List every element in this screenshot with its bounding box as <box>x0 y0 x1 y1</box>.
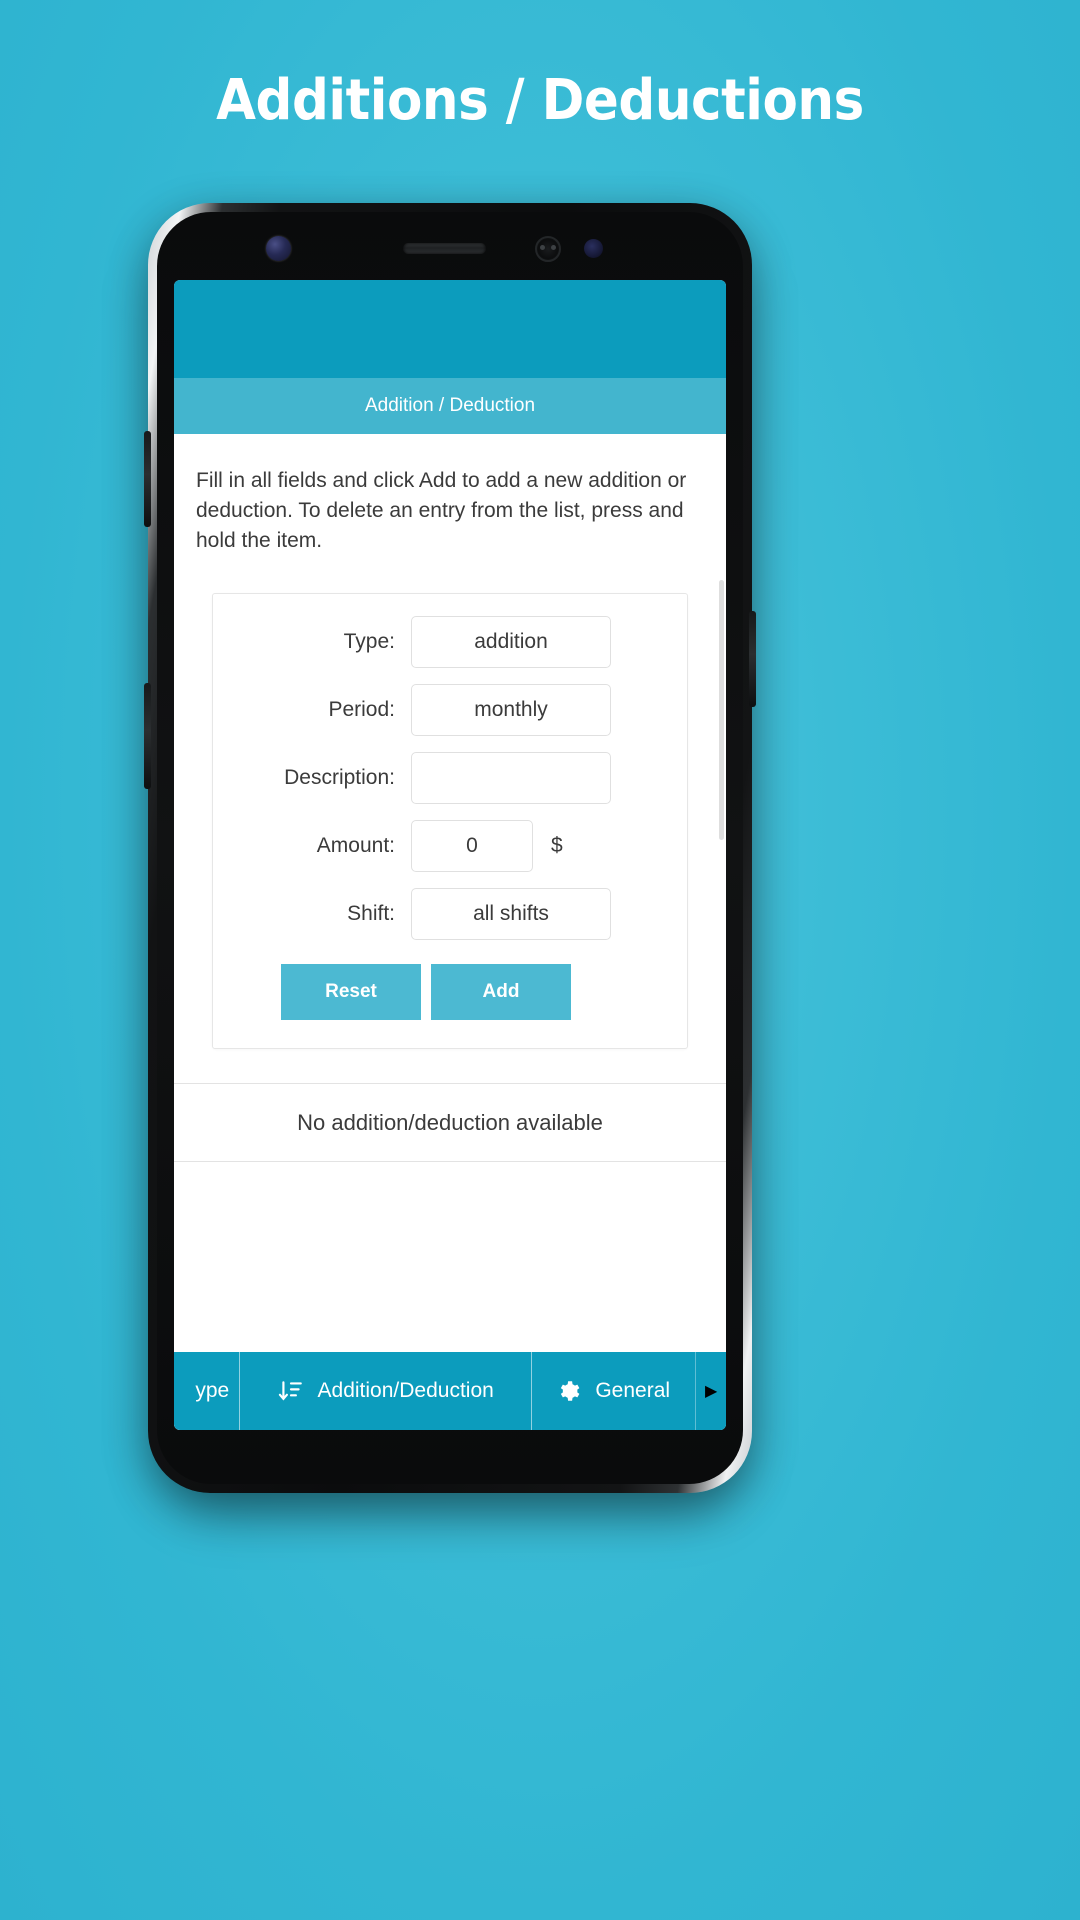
scrollbar-thumb[interactable] <box>719 580 724 840</box>
earpiece-speaker-icon <box>403 243 486 254</box>
bottom-tab-bar: ype Addition/Deduction General ▶ <box>174 1352 726 1430</box>
description-input[interactable] <box>411 752 611 805</box>
phone-top-bezel <box>148 203 752 280</box>
volume-up-button[interactable] <box>144 431 151 527</box>
page-title: Additions / Deductions <box>216 68 864 133</box>
phone-body: Addition / Deduction Fill in all fields … <box>144 203 756 1493</box>
bixby-button[interactable] <box>144 683 151 789</box>
proximity-sensor-icon <box>584 239 603 258</box>
amount-input[interactable]: 0 <box>411 820 533 873</box>
shift-label: Shift: <box>347 902 395 926</box>
type-label: Type: <box>343 630 395 654</box>
app-status-bar <box>174 280 726 378</box>
gear-icon <box>557 1379 581 1403</box>
front-camera-icon <box>266 236 291 261</box>
sort-descending-icon <box>278 1378 304 1404</box>
tab-general-label: General <box>595 1379 671 1402</box>
form-actions: Reset Add <box>235 964 665 1021</box>
tab-general[interactable]: General <box>531 1352 695 1430</box>
form-row-shift: Shift: all shifts <box>235 888 665 941</box>
list-area <box>174 1162 726 1352</box>
tab-scroll-right-icon[interactable]: ▶ <box>695 1352 726 1430</box>
tab-addition-deduction[interactable]: Addition/Deduction <box>239 1352 531 1430</box>
app-subheader: Addition / Deduction <box>174 378 726 434</box>
form-row-type: Type: addition <box>235 616 665 669</box>
type-input[interactable]: addition <box>411 616 611 669</box>
description-label: Description: <box>284 766 395 790</box>
amount-label: Amount: <box>316 834 395 858</box>
tab-type-label: ype <box>195 1379 230 1402</box>
form-row-amount: Amount: 0 $ <box>235 820 665 873</box>
tab-type-partial[interactable]: ype <box>174 1352 239 1430</box>
instructions-text: Fill in all fields and click Add to add … <box>196 469 687 552</box>
shift-input[interactable]: all shifts <box>411 888 611 941</box>
period-input[interactable]: monthly <box>411 684 611 737</box>
app-content: Fill in all fields and click Add to add … <box>174 434 726 1430</box>
phone-screen: Addition / Deduction Fill in all fields … <box>174 280 726 1430</box>
iris-sensor-icon <box>535 236 561 262</box>
addition-deduction-form: Type: addition Period: monthly Descripti… <box>212 593 688 1050</box>
form-row-description: Description: <box>235 752 665 805</box>
reset-button[interactable]: Reset <box>281 964 421 1021</box>
power-button[interactable] <box>749 611 756 707</box>
add-button[interactable]: Add <box>431 964 571 1021</box>
phone-mockup: Addition / Deduction Fill in all fields … <box>144 203 756 1513</box>
form-row-period: Period: monthly <box>235 684 665 737</box>
period-label: Period: <box>328 698 395 722</box>
empty-list-message: No addition/deduction available <box>174 1084 726 1163</box>
subheader-title: Addition / Deduction <box>364 395 536 416</box>
amount-currency-unit: $ <box>551 834 563 858</box>
tab-addition-deduction-label: Addition/Deduction <box>317 1379 494 1402</box>
